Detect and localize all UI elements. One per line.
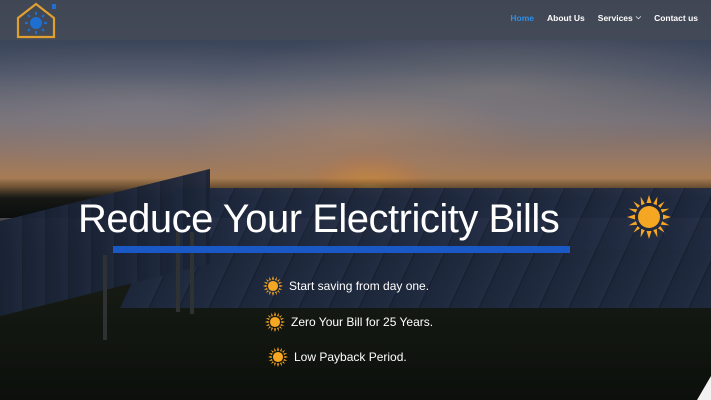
hero-headline: Reduce Your Electricity Bills bbox=[78, 197, 560, 241]
sun-icon bbox=[627, 195, 671, 239]
sun-icon bbox=[262, 275, 284, 297]
headline-underline bbox=[113, 246, 570, 253]
nav-services-link[interactable]: Services ⌵ bbox=[598, 13, 641, 23]
chevron-down-icon: ⌵ bbox=[635, 14, 642, 21]
top-navigation-bar: Home About Us Services ⌵ Contact us bbox=[0, 0, 711, 40]
nav-about-us-link[interactable]: About Us bbox=[547, 13, 585, 23]
nav-contact-us-link[interactable]: Contact us bbox=[654, 13, 698, 23]
sun-icon bbox=[267, 346, 289, 368]
sun-icon bbox=[264, 311, 286, 333]
benefit-item: Zero Your Bill for 25 Years. bbox=[264, 311, 433, 333]
nav-home-link[interactable]: Home bbox=[510, 13, 534, 23]
benefit-item: Low Payback Period. bbox=[267, 346, 407, 368]
main-menu: Home About Us Services ⌵ Contact us bbox=[497, 13, 698, 23]
house-sun-logo-icon[interactable] bbox=[15, 1, 57, 39]
benefit-item: Start saving from day one. bbox=[262, 275, 429, 297]
